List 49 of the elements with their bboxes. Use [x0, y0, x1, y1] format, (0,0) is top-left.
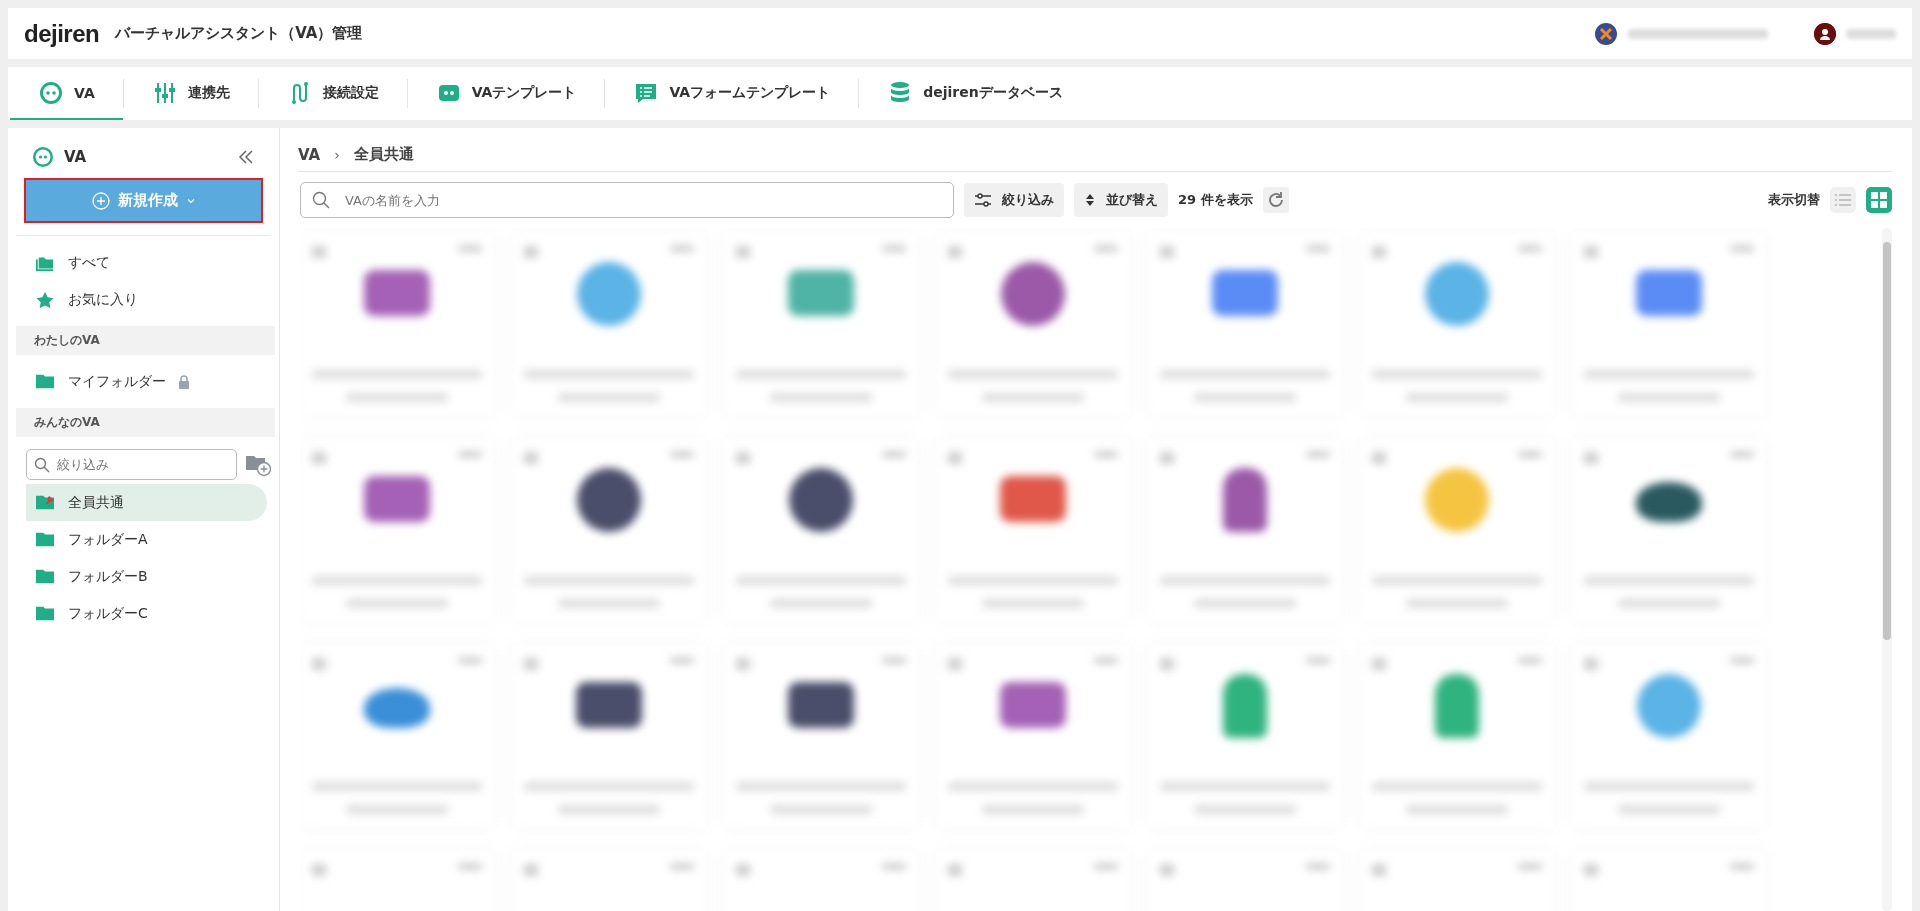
folder-icon — [34, 530, 56, 549]
tab[interactable]: 連携先 — [123, 67, 258, 120]
pinned-folder-icon — [34, 493, 56, 512]
folder-icon — [34, 604, 56, 623]
list-view-button[interactable] — [1830, 187, 1856, 213]
grid-view-button[interactable] — [1866, 187, 1892, 213]
refresh-icon — [1266, 191, 1285, 209]
filter-field[interactable]: 絞り込み — [26, 449, 237, 480]
sort-icon — [1084, 193, 1096, 207]
tab[interactable]: 接続設定 — [258, 67, 407, 120]
collapse-icon[interactable] — [237, 148, 255, 166]
breadcrumb-item[interactable]: 全員共通 — [353, 145, 414, 164]
result-count: 29 件を表示 — [1178, 191, 1253, 209]
blurred-text — [1846, 28, 1896, 39]
tab[interactable]: VAテンプレート — [407, 67, 605, 120]
sidebar-item[interactable]: お気に入り — [8, 281, 267, 318]
folder-icon — [34, 372, 56, 391]
sidebar-item[interactable]: 全員共通 — [26, 484, 267, 521]
tab[interactable]: VA — [10, 67, 123, 120]
sidebar-item[interactable]: すべて — [8, 244, 267, 281]
breadcrumb-item[interactable]: VA — [298, 145, 321, 164]
folder-icon — [34, 567, 56, 586]
sort-button[interactable]: 並び替え — [1074, 183, 1168, 217]
search-field[interactable]: VAの名前を入力 — [300, 182, 954, 218]
sidebar-item[interactable]: フォルダーB — [8, 558, 267, 595]
breadcrumb-separator: › — [334, 146, 340, 163]
refresh-button[interactable] — [1262, 187, 1289, 213]
robot-face-icon — [32, 144, 54, 170]
section-header: みんなのVA — [16, 408, 275, 437]
tab[interactable]: dejirenデータベース — [859, 67, 1091, 120]
filter-button[interactable]: 絞り込み — [964, 183, 1064, 217]
logo[interactable]: dejiren — [24, 19, 100, 48]
star-icon — [34, 290, 56, 309]
grid-icon — [1871, 192, 1887, 208]
list-icon — [1835, 193, 1851, 207]
tab[interactable]: VAフォームテンプレート — [605, 67, 859, 120]
user-avatar[interactable] — [1814, 22, 1836, 45]
plus-icon — [91, 191, 110, 210]
page-title: バーチャルアシスタント（VA）管理 — [115, 24, 363, 43]
sidebar-item[interactable]: マイフォルダー — [8, 363, 267, 400]
robot-face-icon — [38, 79, 64, 106]
organization-icon[interactable] — [1594, 21, 1618, 46]
sliders-icon — [974, 193, 992, 207]
sidebar-item[interactable]: フォルダーC — [8, 595, 267, 632]
sidebar-title: VA — [64, 148, 87, 166]
scrollbar[interactable] — [1882, 228, 1892, 911]
sidebar-item[interactable]: フォルダーA — [8, 521, 267, 558]
view-toggle-label: 表示切替 — [1768, 191, 1820, 209]
section-header: わたしのVA — [16, 326, 275, 355]
